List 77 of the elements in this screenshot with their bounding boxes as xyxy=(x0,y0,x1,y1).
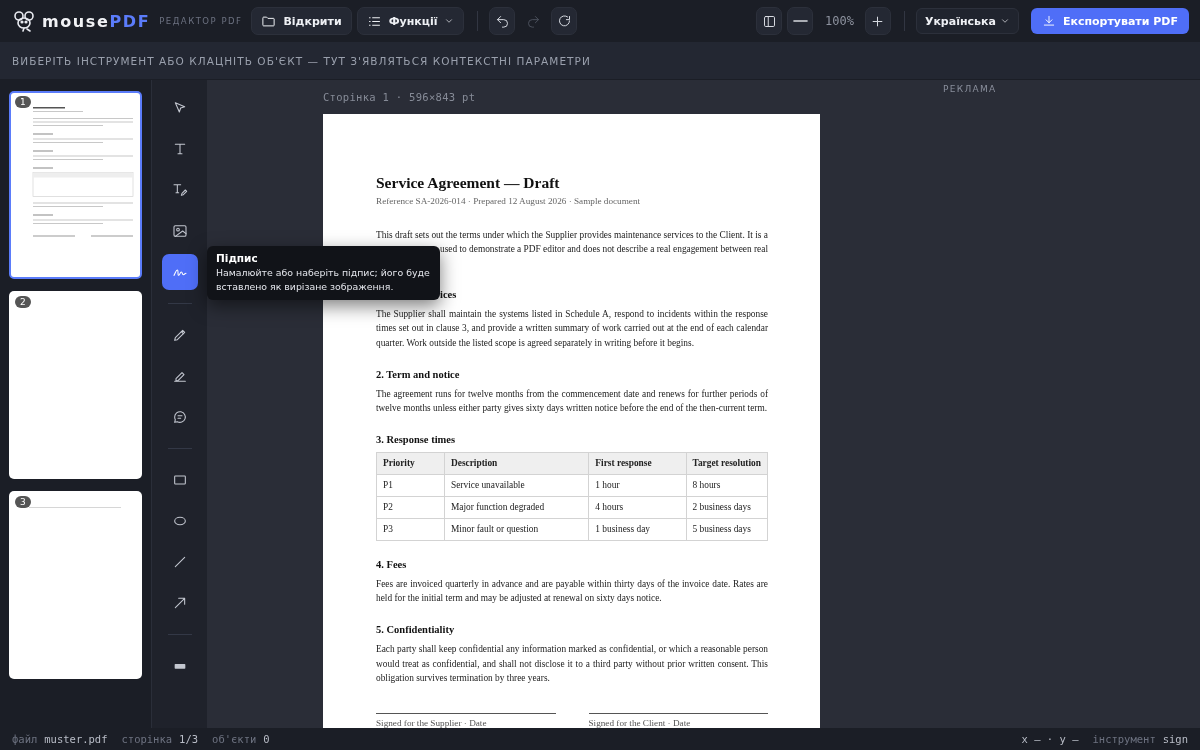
section-heading: 3. Response times xyxy=(376,432,456,447)
redo-icon xyxy=(525,13,541,29)
language-select[interactable]: Українська xyxy=(915,8,1019,34)
page-number-badge: 2 xyxy=(15,296,31,308)
paragraph: Each party shall keep confidential any information marked as confidential, or which a reasonable person would treat as confidential, and shall not disclose it to a third party without prior written consent. This obligation survives termination by three years. xyxy=(376,642,768,686)
table-cell: Minor fault or question xyxy=(444,518,589,541)
paragraph: The Supplier shall maintain the systems listed in Schedule A, respond to incidents within the response times set out in clause 3, and provide a written summary of work carried out at the end of each calendar quarter. Work outside the listed scope is agreed separately in writing before it begins. xyxy=(376,307,768,350)
section-heading: 5. Confidentiality xyxy=(376,622,455,637)
undo-button[interactable] xyxy=(489,7,516,35)
open-button[interactable]: Відкрити xyxy=(251,7,352,35)
minus-button[interactable] xyxy=(787,7,813,35)
status-value: 0 xyxy=(263,733,270,745)
export-button[interactable]: Експортувати PDF xyxy=(1030,8,1189,34)
features-menu-button[interactable]: Функції xyxy=(356,7,465,35)
page-label: Сторінка 1 · 596×843 pt xyxy=(323,90,477,105)
page-thumbnail[interactable]: 3 xyxy=(9,491,142,679)
status-value: 1/3 xyxy=(179,733,199,745)
context-hint: ВИБЕРІТЬ ІНСТРУМЕНТ АБО КЛАЦНІТЬ ОБ'ЄКТ — ТУТ З'ЯВЛЯТЬСЯ КОНТЕКСТНІ ПАРАМЕТРИ xyxy=(12,54,591,67)
cursor-position: x — · y — xyxy=(1021,733,1079,745)
image-icon xyxy=(171,223,188,239)
pencil-icon xyxy=(171,327,188,343)
refresh-button[interactable] xyxy=(551,7,578,35)
section-heading: 2. Term and notice xyxy=(376,367,460,382)
chevron-down-icon xyxy=(999,16,1010,26)
document-title: Service Agreement — Draft xyxy=(376,174,561,192)
table-cell: 8 hours xyxy=(686,474,768,497)
table-cell: 1 business day xyxy=(588,518,686,541)
folder-icon xyxy=(261,13,277,29)
comment-icon xyxy=(171,409,188,425)
refresh-icon xyxy=(556,13,572,29)
table-cell: P1 xyxy=(376,474,445,497)
plus-icon xyxy=(870,13,886,29)
document-reference: Reference SA-2026-014 · Prepared 12 August 2026 · Sample document xyxy=(376,195,642,208)
table-cell: Major function degraded xyxy=(444,496,589,519)
table-cell: 5 business days xyxy=(686,518,768,541)
plus-button[interactable] xyxy=(864,7,891,35)
app-logo-text: mouse PDF xyxy=(42,11,151,31)
tooltip-title: Підпис xyxy=(216,252,259,265)
status-label: сторінка xyxy=(121,733,173,745)
paragraph: Fees are invoiced quarterly in advance and are payable within thirty days of the invoice date. Rates are held for the initial term and may be adjusted at renewal on sixty days notice. xyxy=(376,577,768,606)
tooltip-text: Намалюйте або наберіть підпис; його буде вставлено як вирізане зображення. xyxy=(216,266,431,293)
chevron-down-icon xyxy=(444,16,455,26)
column-header: Description xyxy=(444,452,589,475)
column-header: Target resolution xyxy=(686,452,768,475)
table-cell: 4 hours xyxy=(588,496,686,519)
mouse-logo-icon xyxy=(12,9,36,33)
paragraph-line: This draft sets out the terms under which the Supplier provides maintenance services to the Client. It is a xyxy=(376,228,768,242)
status-label: інструмент xyxy=(1092,733,1156,745)
column-header: First response xyxy=(588,452,686,475)
status-label: об'єкти xyxy=(212,733,257,745)
undo-icon xyxy=(494,13,510,29)
minus-icon xyxy=(792,20,808,22)
rectangle-icon xyxy=(171,472,188,488)
zoom-level: 100% xyxy=(825,14,854,28)
status-value: muster.pdf xyxy=(44,733,108,745)
signature-tool[interactable] xyxy=(161,254,198,290)
paragraph-line: used to demonstrate a PDF editor and does not describe a real engagement between real xyxy=(439,243,768,257)
sidebar-toggle-icon xyxy=(761,13,777,29)
table-cell: P2 xyxy=(376,496,445,519)
section-heading: 4. Fees xyxy=(376,557,407,572)
ad-label: РЕКЛАМА xyxy=(943,84,997,94)
paragraph: The agreement runs for twelve months from the commencement date and renews for further periods of twelve months unless either party gives sixty days written notice before the end of the then-current term. xyxy=(376,387,768,416)
table-cell: 2 business days xyxy=(686,496,768,519)
text-edit-icon xyxy=(171,182,188,198)
status-value: sign xyxy=(1162,733,1188,745)
column-header: Priority xyxy=(376,452,445,475)
status-label: файл xyxy=(12,733,38,745)
download-icon xyxy=(1041,14,1056,28)
page-number-badge: 3 xyxy=(15,496,31,508)
table-cell: Service unavailable xyxy=(444,474,589,497)
app-subtitle: РЕДАКТОР PDF xyxy=(159,16,243,26)
sidebar-toggle-button[interactable] xyxy=(756,7,782,35)
table-cell: P3 xyxy=(376,518,445,541)
page-thumbnail[interactable]: 2 xyxy=(9,291,142,479)
page-thumbnail[interactable]: 1 xyxy=(9,91,142,279)
page-number-badge: 1 xyxy=(15,96,31,108)
table-cell: 1 hour xyxy=(588,474,686,497)
